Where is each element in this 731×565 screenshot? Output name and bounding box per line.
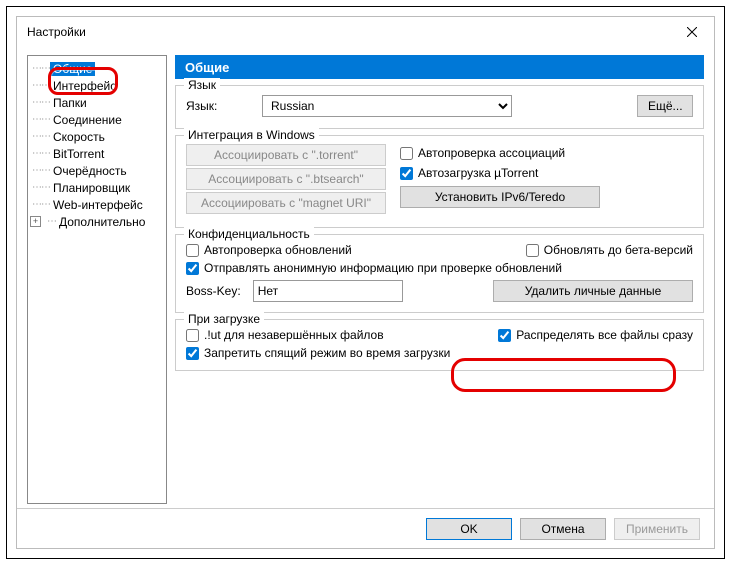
assoc-btsearch-button[interactable]: Ассоциировать с ".btsearch" [186,168,386,190]
more-languages-button[interactable]: Ещё... [637,95,693,117]
language-label: Язык: [186,99,256,113]
tree-item-general[interactable]: ⋯⋯Общие [28,60,166,77]
assoc-magnet-button[interactable]: Ассоциировать с "magnet URI" [186,192,386,214]
tree-item-web[interactable]: ⋯⋯Web-интерфейс [28,196,166,213]
language-group: Язык Язык: Russian Ещё... [175,85,704,129]
apply-button[interactable]: Применить [614,518,700,540]
privacy-legend: Конфиденциальность [184,227,314,241]
integration-legend: Интеграция в Windows [184,128,319,142]
close-icon [687,27,697,37]
download-group: При загрузке .!ut для незавершённых файл… [175,319,704,371]
settings-tree[interactable]: ⋯⋯Общие ⋯⋯Интерфейс ⋯⋯Папки ⋯⋯Соединение… [27,55,167,504]
bosskey-input[interactable] [253,280,403,302]
ut-extension-checkbox[interactable]: .!ut для незавершённых файлов [186,328,384,342]
assoc-torrent-button[interactable]: Ассоциировать с ".torrent" [186,144,386,166]
cancel-button[interactable]: Отмена [520,518,606,540]
settings-dialog: Настройки ⋯⋯Общие ⋯⋯Интерфейс ⋯⋯Папки ⋯⋯… [16,16,715,549]
install-ipv6-button[interactable]: Установить IPv6/Teredo [400,186,600,208]
delete-personal-button[interactable]: Удалить личные данные [493,280,693,302]
anon-checkbox[interactable]: Отправлять анонимную информацию при пров… [186,261,693,275]
prevent-sleep-checkbox[interactable]: Запретить спящий режим во время загрузки [186,346,693,360]
tree-item-advanced[interactable]: +⋯Дополнительно [28,213,166,230]
download-legend: При загрузке [184,312,264,326]
bosskey-label: Boss-Key: [186,284,241,298]
tree-item-scheduler[interactable]: ⋯⋯Планировщик [28,179,166,196]
titlebar[interactable]: Настройки [17,17,714,47]
dialog-footer: OK Отмена Применить [17,508,714,548]
privacy-group: Конфиденциальность Автопроверка обновлен… [175,234,704,313]
tree-item-speed[interactable]: ⋯⋯Скорость [28,128,166,145]
section-header: Общие [175,55,704,79]
tree-item-bittorrent[interactable]: ⋯⋯BitTorrent [28,145,166,162]
autoload-checkbox[interactable]: Автозагрузка µTorrent [400,166,600,180]
integration-group: Интеграция в Windows Ассоциировать с ".t… [175,135,704,228]
dialog-body: ⋯⋯Общие ⋯⋯Интерфейс ⋯⋯Папки ⋯⋯Соединение… [17,47,714,508]
close-button[interactable] [669,17,714,47]
tree-item-interface[interactable]: ⋯⋯Интерфейс [28,77,166,94]
settings-content: Общие Язык Язык: Russian Ещё... Интеграц… [175,55,704,504]
tree-item-connection[interactable]: ⋯⋯Соединение [28,111,166,128]
autocheck-assoc-checkbox[interactable]: Автопроверка ассоциаций [400,146,600,160]
tree-item-folders[interactable]: ⋯⋯Папки [28,94,166,111]
autoupdate-checkbox[interactable]: Автопроверка обновлений [186,243,352,257]
expand-icon[interactable]: + [30,216,41,227]
window-title: Настройки [27,25,86,39]
ok-button[interactable]: OK [426,518,512,540]
preallocate-checkbox[interactable]: Распределять все файлы сразу [498,328,693,342]
tree-item-queue[interactable]: ⋯⋯Очерёдность [28,162,166,179]
language-select[interactable]: Russian [262,95,512,117]
beta-checkbox[interactable]: Обновлять до бета-версий [526,243,693,257]
language-legend: Язык [184,78,220,92]
